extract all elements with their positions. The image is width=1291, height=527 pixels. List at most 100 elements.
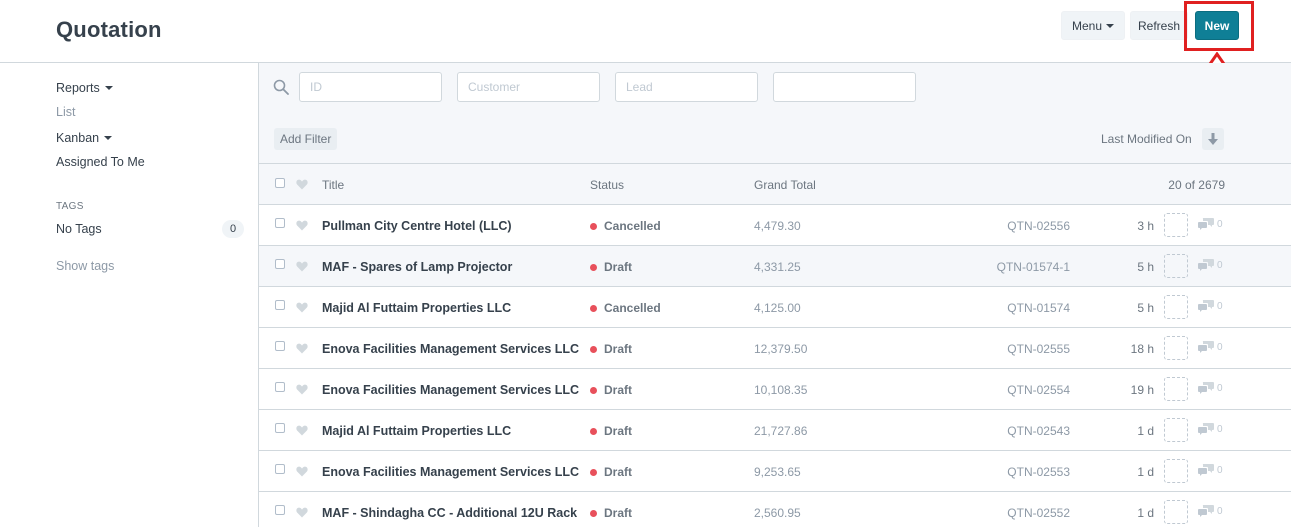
row-id: QTN-01574-1: [996, 260, 1070, 274]
heart-icon[interactable]: [296, 220, 308, 231]
row-id: QTN-02553: [1007, 465, 1070, 479]
row-checkbox[interactable]: [275, 464, 285, 474]
row-modified-time: 1 d: [1137, 424, 1154, 438]
heart-icon[interactable]: [296, 384, 308, 395]
select-all-checkbox[interactable]: [275, 178, 285, 188]
avatar: [1164, 254, 1188, 278]
table-row[interactable]: Pullman City Centre Hotel (LLC) Cancelled…: [259, 205, 1291, 246]
status-dot: [590, 468, 597, 476]
heart-icon[interactable]: [296, 261, 308, 272]
extra-filter-input[interactable]: [773, 72, 916, 102]
heart-icon[interactable]: [296, 302, 308, 313]
table-row[interactable]: MAF - Shindagha CC - Additional 12U Rack…: [259, 492, 1291, 527]
status-label: Draft: [604, 383, 633, 397]
row-grand-total: 10,108.35: [754, 383, 808, 397]
row-modified-time: 5 h: [1137, 301, 1154, 315]
row-title[interactable]: MAF - Shindagha CC - Additional 12U Rack: [322, 506, 577, 520]
sidebar-item-list[interactable]: List: [56, 105, 75, 119]
table-row[interactable]: Majid Al Futtaim Properties LLC Cancelled…: [259, 287, 1291, 328]
lead-filter-input[interactable]: [615, 72, 758, 102]
sidebar-item-no-tags[interactable]: No Tags: [56, 222, 102, 236]
id-filter-input[interactable]: [299, 72, 442, 102]
comment-count-value: 0: [1217, 423, 1223, 435]
comment-icon: [1198, 382, 1214, 394]
comment-count: 0: [1198, 505, 1223, 517]
row-id: QTN-02552: [1007, 506, 1070, 520]
menu-button[interactable]: Menu: [1061, 11, 1125, 40]
comment-count: 0: [1198, 341, 1223, 353]
sidebar-item-assigned-to-me[interactable]: Assigned To Me: [56, 155, 145, 169]
comment-icon: [1198, 259, 1214, 271]
page-header: Quotation Menu Refresh New: [0, 0, 1291, 63]
sort-order-button[interactable]: [1202, 128, 1224, 150]
comment-count: 0: [1198, 259, 1223, 271]
row-checkbox[interactable]: [275, 423, 285, 433]
row-title[interactable]: Enova Facilities Management Services LLC: [322, 465, 579, 479]
status-label: Draft: [604, 342, 633, 356]
table-row[interactable]: Enova Facilities Management Services LLC…: [259, 328, 1291, 369]
add-filter-button[interactable]: Add Filter: [274, 128, 338, 150]
sidebar-item-reports[interactable]: Reports: [56, 81, 113, 95]
table-row[interactable]: Enova Facilities Management Services LLC…: [259, 369, 1291, 410]
comment-icon: [1198, 300, 1214, 312]
show-tags-link[interactable]: Show tags: [56, 259, 114, 273]
caret-down-icon: [104, 86, 113, 90]
page-title: Quotation: [56, 17, 162, 42]
row-grand-total: 12,379.50: [754, 342, 808, 356]
row-status: Draft: [590, 260, 632, 274]
row-modified-time: 5 h: [1137, 260, 1154, 274]
list-header: Title Status Grand Total 20 of 2679: [259, 164, 1291, 205]
avatar: [1164, 336, 1188, 360]
column-header-title: Title: [322, 178, 345, 192]
heart-icon[interactable]: [296, 466, 308, 477]
row-grand-total: 9,253.65: [754, 465, 801, 479]
refresh-button[interactable]: Refresh: [1130, 11, 1188, 40]
status-label: Cancelled: [604, 219, 661, 233]
avatar: [1164, 418, 1188, 442]
row-title[interactable]: Enova Facilities Management Services LLC: [322, 383, 579, 397]
customer-filter-input[interactable]: [457, 72, 600, 102]
comment-count-value: 0: [1217, 218, 1223, 230]
status-dot: [590, 345, 597, 353]
table-row[interactable]: Majid Al Futtaim Properties LLC Draft 21,7…: [259, 410, 1291, 451]
row-checkbox[interactable]: [275, 300, 285, 310]
heart-icon[interactable]: [296, 425, 308, 436]
comment-icon: [1198, 218, 1214, 230]
column-header-status: Status: [590, 178, 625, 192]
row-title[interactable]: MAF - Spares of Lamp Projector: [322, 260, 512, 274]
table-row[interactable]: Enova Facilities Management Services LLC…: [259, 451, 1291, 492]
row-title[interactable]: Pullman City Centre Hotel (LLC): [322, 219, 512, 233]
avatar: [1164, 213, 1188, 237]
row-checkbox[interactable]: [275, 259, 285, 269]
heart-icon[interactable]: [296, 507, 308, 518]
row-title[interactable]: Majid Al Futtaim Properties LLC: [322, 301, 511, 315]
column-header-grand-total: Grand Total: [754, 178, 816, 192]
avatar: [1164, 459, 1188, 483]
tag-count-badge: 0: [222, 220, 244, 238]
row-grand-total: 21,727.86: [754, 424, 808, 438]
heart-icon[interactable]: [296, 343, 308, 354]
status-dot: [590, 427, 597, 435]
row-status: Cancelled: [590, 301, 661, 315]
row-status: Draft: [590, 465, 632, 479]
row-modified-time: 1 d: [1137, 465, 1154, 479]
row-checkbox[interactable]: [275, 341, 285, 351]
status-dot: [590, 386, 597, 394]
list-frame: Add Filter Last Modified On Title Status…: [258, 63, 1291, 527]
status-dot: [590, 222, 597, 230]
row-grand-total: 4,125.00: [754, 301, 801, 315]
sort-selector[interactable]: Last Modified On: [1101, 132, 1192, 146]
avatar: [1164, 500, 1188, 524]
row-checkbox[interactable]: [275, 218, 285, 228]
status-dot: [590, 263, 597, 271]
heart-icon[interactable]: [296, 179, 308, 190]
row-checkbox[interactable]: [275, 382, 285, 392]
row-modified-time: 1 d: [1137, 506, 1154, 520]
row-title[interactable]: Enova Facilities Management Services LLC: [322, 342, 579, 356]
avatar: [1164, 377, 1188, 401]
row-checkbox[interactable]: [275, 505, 285, 515]
row-title[interactable]: Majid Al Futtaim Properties LLC: [322, 424, 511, 438]
row-modified-time: 19 h: [1130, 383, 1154, 397]
sidebar-item-kanban[interactable]: Kanban: [56, 131, 113, 145]
table-row[interactable]: MAF - Spares of Lamp Projector Draft 4,331…: [259, 246, 1291, 287]
